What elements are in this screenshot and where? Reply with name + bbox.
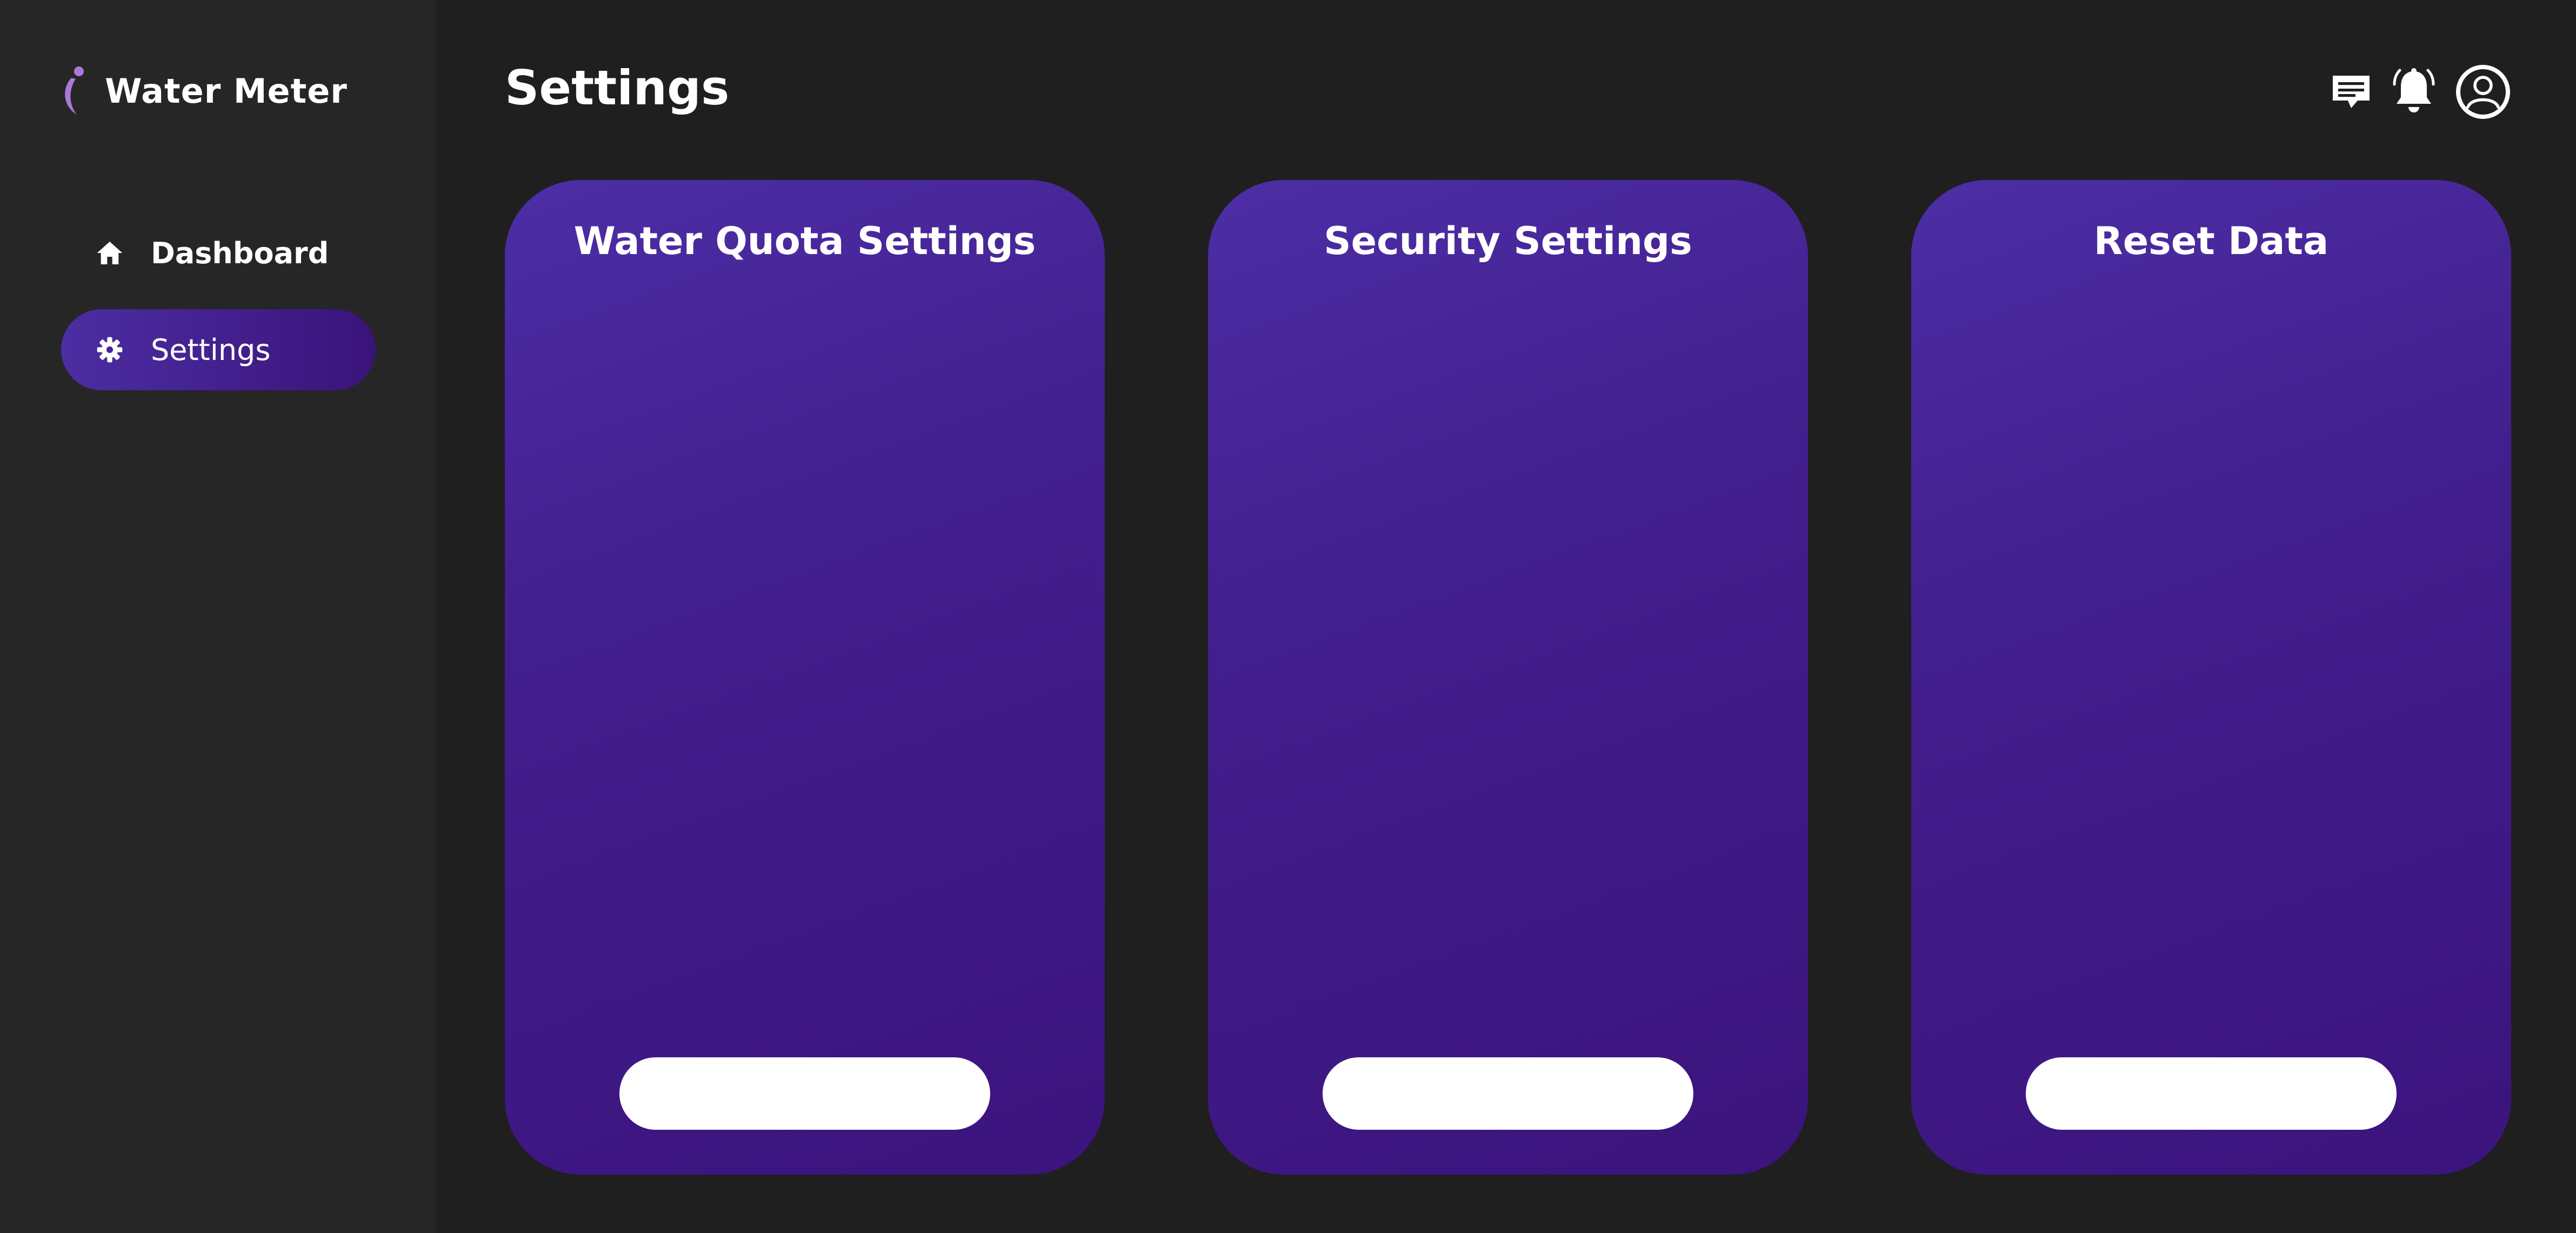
sidebar-item-label: Dashboard [151, 236, 329, 270]
sidebar-item-settings[interactable]: Settings [61, 309, 376, 390]
card-reset-data: Reset Data [1911, 180, 2511, 1175]
reset-data-action-button[interactable] [2026, 1057, 2397, 1130]
water-drop-logo-icon [65, 66, 84, 115]
page-title: Settings [505, 60, 730, 116]
card-water-quota-settings: Water Quota Settings [505, 180, 1105, 1175]
gear-icon [97, 337, 123, 363]
bell-icon[interactable] [2390, 67, 2438, 117]
chat-icon[interactable] [2330, 70, 2373, 114]
sidebar-item-label: Settings [151, 332, 271, 367]
user-avatar-icon[interactable] [2455, 64, 2511, 120]
app-window: Water Meter Dashboard Settings Settings … [0, 0, 2576, 1233]
card-title: Water Quota Settings [573, 219, 1036, 263]
home-icon [97, 242, 123, 264]
water-quota-action-button[interactable] [619, 1057, 990, 1130]
header-actions [2330, 64, 2511, 120]
security-action-button[interactable] [1323, 1057, 1693, 1130]
sidebar: Water Meter Dashboard Settings [0, 0, 436, 1233]
sidebar-item-dashboard[interactable]: Dashboard [61, 212, 376, 294]
app-name: Water Meter [105, 71, 348, 111]
brand[interactable]: Water Meter [59, 64, 348, 118]
card-title: Security Settings [1324, 219, 1692, 263]
card-security-settings: Security Settings [1208, 180, 1808, 1175]
card-title: Reset Data [2093, 219, 2329, 263]
